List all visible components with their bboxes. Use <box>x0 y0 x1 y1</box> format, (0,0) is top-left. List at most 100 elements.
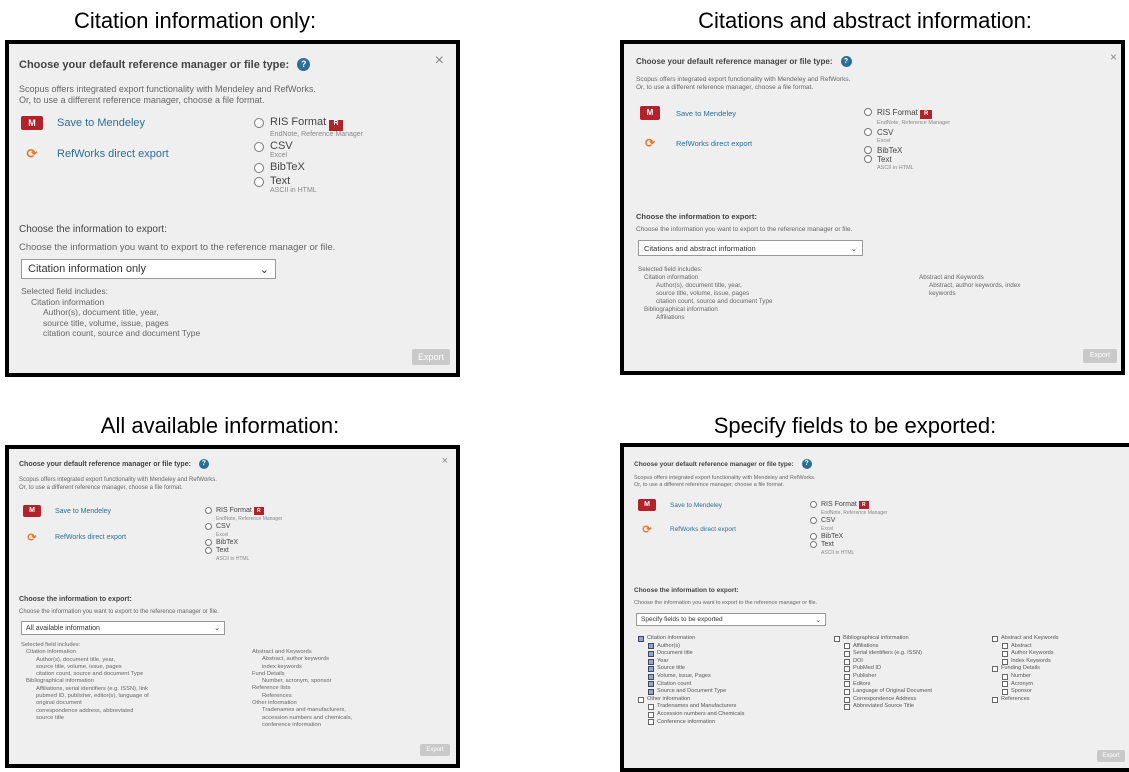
help-icon[interactable]: ? <box>801 459 812 469</box>
format-bibtex[interactable]: BibTeX <box>810 533 887 541</box>
field-checkbox-row[interactable]: Publisher <box>834 673 932 681</box>
format-csv[interactable]: CSV Excel <box>810 517 887 533</box>
field-checkbox-row[interactable]: Volume, issue, Pages <box>638 673 744 681</box>
format-text[interactable]: Text ASCII in HTML <box>810 541 887 557</box>
format-bibtex[interactable]: BibTeX <box>205 539 282 547</box>
checkbox-checked[interactable] <box>648 650 654 657</box>
radio-csv[interactable] <box>864 128 872 136</box>
checkbox-unchecked[interactable] <box>1002 681 1008 688</box>
checkbox-unchecked[interactable] <box>844 643 850 650</box>
field-checkbox-row[interactable]: Accession numbers and Chemicals <box>638 711 744 719</box>
format-ris[interactable]: RIS Format R EndNote, Reference Manager <box>864 108 950 128</box>
checkbox-checked[interactable] <box>648 681 654 688</box>
field-checkbox-row[interactable]: Index Keywords <box>992 658 1059 666</box>
format-csv[interactable]: CSV Excel <box>254 140 363 159</box>
checkbox-checked[interactable] <box>648 643 654 650</box>
checkbox-unchecked[interactable] <box>648 711 654 718</box>
format-bibtex[interactable]: BibTeX <box>864 146 950 155</box>
field-checkbox-row[interactable]: DOI <box>834 658 932 666</box>
checkbox-unchecked[interactable] <box>844 666 850 673</box>
checkbox-checked[interactable] <box>648 673 654 680</box>
radio-ris[interactable] <box>254 118 264 128</box>
field-checkbox-row[interactable]: Author Keywords <box>992 650 1059 658</box>
format-bibtex[interactable]: BibTeX <box>254 161 363 173</box>
checkbox-unchecked[interactable] <box>844 658 850 665</box>
field-checkbox-row[interactable]: Tradenames and Manufacturers <box>638 703 744 711</box>
checkbox-unchecked[interactable] <box>844 673 850 680</box>
radio-csv[interactable] <box>810 517 817 524</box>
close-icon[interactable]: × <box>442 455 448 467</box>
radio-text[interactable] <box>864 155 872 163</box>
checkbox-checked[interactable] <box>648 666 654 673</box>
checkbox-unchecked[interactable] <box>648 719 654 726</box>
help-icon[interactable]: ? <box>840 56 852 67</box>
save-mendeley-option[interactable]: M Save to Mendeley <box>21 116 145 130</box>
save-mendeley-option[interactable]: M Save to Mendeley <box>23 505 111 517</box>
radio-csv[interactable] <box>254 142 264 152</box>
field-checkbox-row[interactable]: Bibliographical information <box>834 635 932 643</box>
radio-csv[interactable] <box>205 523 212 530</box>
checkbox-unchecked[interactable] <box>844 688 850 695</box>
checkbox-unchecked[interactable] <box>844 704 850 711</box>
format-text[interactable]: Text ASCII in HTML <box>864 155 950 173</box>
checkbox-unchecked[interactable] <box>844 681 850 688</box>
save-mendeley-option[interactable]: M Save to Mendeley <box>640 106 736 120</box>
field-checkbox-row[interactable]: Language of Original Document <box>834 688 932 696</box>
checkbox-unchecked[interactable] <box>638 696 644 703</box>
field-checkbox-row[interactable]: Correspondence Address <box>834 696 932 704</box>
field-checkbox-row[interactable]: Funding Details <box>992 665 1059 673</box>
info-select[interactable]: All available information ⌄ <box>21 621 225 635</box>
radio-ris[interactable] <box>864 108 872 116</box>
format-ris[interactable]: RIS Format R EndNote, Reference Manager <box>254 116 363 138</box>
export-button[interactable]: Export <box>1097 750 1125 762</box>
radio-text[interactable] <box>810 541 817 548</box>
format-ris[interactable]: RIS Format R EndNote, Reference Manager <box>810 501 887 517</box>
format-csv[interactable]: CSV Excel <box>864 128 950 146</box>
field-checkbox-row[interactable]: Abstract and Keywords <box>992 635 1059 643</box>
checkbox-unchecked[interactable] <box>1002 650 1008 657</box>
info-select[interactable]: Citation information only ⌄ <box>21 259 276 279</box>
radio-ris[interactable] <box>205 507 212 514</box>
refworks-option[interactable]: ⟳ RefWorks direct export <box>638 523 736 536</box>
field-checkbox-row[interactable]: Number <box>992 673 1059 681</box>
export-button[interactable]: Export <box>420 744 450 756</box>
format-csv[interactable]: CSV Excel <box>205 523 282 539</box>
radio-ris[interactable] <box>810 501 817 508</box>
radio-bibtex[interactable] <box>864 146 872 154</box>
refworks-option[interactable]: ⟳ RefWorks direct export <box>640 136 752 150</box>
field-checkbox-row[interactable]: Affiliations <box>834 643 932 651</box>
checkbox-unchecked[interactable] <box>1002 688 1008 695</box>
field-checkbox-row[interactable]: Serial identifiers (e.g. ISSN) <box>834 650 932 658</box>
field-checkbox-row[interactable]: Source and Document Type <box>638 688 744 696</box>
radio-bibtex[interactable] <box>810 533 817 540</box>
checkbox-unchecked[interactable] <box>648 704 654 711</box>
field-checkbox-row[interactable]: Sponsor <box>992 688 1059 696</box>
help-icon[interactable]: ? <box>297 58 311 71</box>
radio-text[interactable] <box>205 547 212 554</box>
radio-text[interactable] <box>254 177 264 187</box>
field-checkbox-row[interactable]: Abbreviated Source Title <box>834 703 932 711</box>
field-checkbox-row[interactable]: Document title <box>638 650 744 658</box>
refworks-option[interactable]: ⟳ RefWorks direct export <box>23 531 126 544</box>
checkbox-checked[interactable] <box>638 635 644 642</box>
checkbox-unchecked[interactable] <box>1002 673 1008 680</box>
checkbox-unchecked[interactable] <box>844 696 850 703</box>
export-button[interactable]: Export <box>1083 349 1117 363</box>
field-checkbox-row[interactable]: Acronym <box>992 681 1059 689</box>
info-select[interactable]: Citations and abstract information ⌄ <box>638 240 863 256</box>
format-ris[interactable]: RIS Format R EndNote, Reference Manager <box>205 507 282 523</box>
radio-bibtex[interactable] <box>254 163 264 173</box>
field-checkbox-row[interactable]: Author(s) <box>638 643 744 651</box>
field-checkbox-row[interactable]: Citation count <box>638 681 744 689</box>
field-checkbox-row[interactable]: Other information <box>638 696 744 704</box>
field-checkbox-row[interactable]: Year <box>638 658 744 666</box>
checkbox-unchecked[interactable] <box>992 666 998 673</box>
checkbox-unchecked[interactable] <box>1002 643 1008 650</box>
checkbox-unchecked[interactable] <box>992 635 998 642</box>
format-text[interactable]: Text ASCII in HTML <box>254 175 363 194</box>
field-checkbox-row[interactable]: Citation information <box>638 635 744 643</box>
field-checkbox-row[interactable]: Conference information <box>638 719 744 727</box>
help-icon[interactable]: ? <box>198 459 209 469</box>
checkbox-unchecked[interactable] <box>844 650 850 657</box>
save-mendeley-option[interactable]: M Save to Mendeley <box>638 499 722 511</box>
